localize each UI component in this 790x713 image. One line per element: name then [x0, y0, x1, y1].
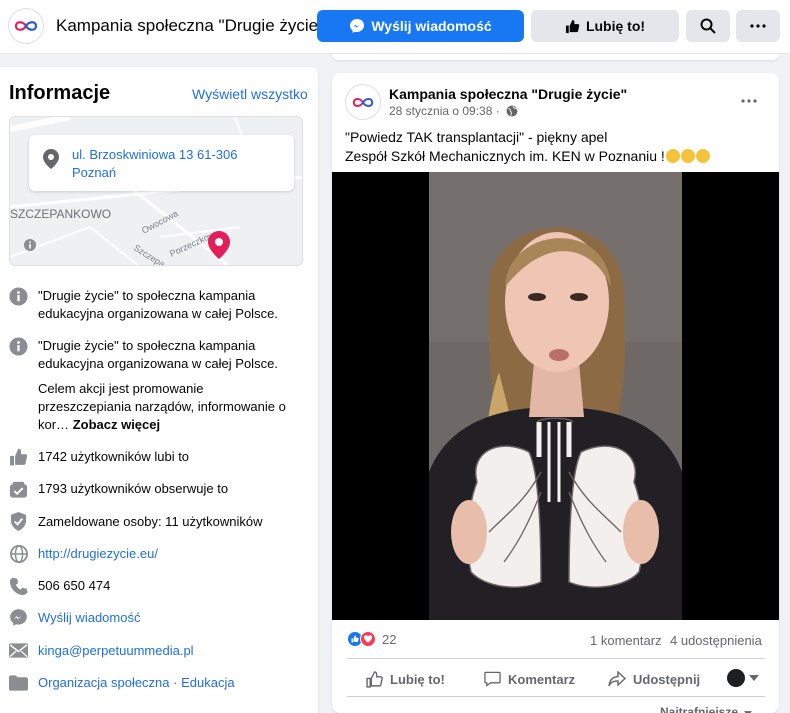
- location-map[interactable]: ul. Brzoskwiniowa 13 61-306 Poznań SZCZE…: [9, 116, 303, 266]
- feed-post: Kampania społeczna "Drugie życie" 28 sty…: [332, 73, 779, 713]
- post-comment-button[interactable]: Komentarz: [484, 663, 575, 695]
- post-date-text[interactable]: 28 stycznia o 09:38 ·: [389, 104, 500, 118]
- category-icon: [9, 673, 28, 692]
- comments-count-link[interactable]: 1 komentarz: [590, 633, 662, 648]
- search-icon: [700, 18, 716, 34]
- post-text-line: "Powiedz TAK transplantacji" - piękny ap…: [345, 129, 608, 145]
- audience-selector[interactable]: [727, 669, 759, 687]
- email-icon: [9, 641, 28, 660]
- info-icon: [9, 337, 28, 356]
- category-link[interactable]: Organizacja społeczna: [38, 675, 170, 690]
- category-link[interactable]: Edukacja: [181, 675, 234, 690]
- followers-count: 1793 użytkowników obserwuje to: [38, 481, 229, 496]
- infinity-logo-icon: [14, 21, 38, 31]
- post-options-button[interactable]: [737, 89, 761, 113]
- previous-post-edge: [332, 54, 779, 60]
- more-button[interactable]: [736, 10, 780, 42]
- send-message-link[interactable]: Wyślij wiadomość: [38, 609, 140, 627]
- globe-icon: [9, 544, 28, 563]
- post-author-avatar[interactable]: [345, 84, 381, 120]
- see-all-link[interactable]: Wyświetl wszystko: [192, 86, 308, 102]
- thumbs-up-icon: [565, 19, 580, 34]
- post-like-button[interactable]: Lubię to!: [366, 663, 445, 695]
- category-separator: ·: [169, 675, 182, 690]
- profile-avatar: [727, 669, 745, 687]
- map-district-label: SZCZEPANKOWO: [10, 207, 112, 221]
- checkin-icon: [9, 512, 28, 531]
- phone-icon: [9, 576, 28, 595]
- email-link[interactable]: kinga@perpetuummedia.pl: [38, 642, 194, 660]
- address-city[interactable]: Poznań: [72, 165, 116, 180]
- like-page-label: Lubię to!: [585, 18, 646, 34]
- page-header: Kampania społeczna "Drugie życie" Wyślij…: [0, 0, 790, 54]
- about-more-text: Celem akcji jest promowanie przeszczepia…: [38, 380, 293, 434]
- thumbs-up-icon: [9, 447, 28, 466]
- shares-count-link[interactable]: 4 udostępnienia: [670, 633, 762, 648]
- love-reaction-icon: [360, 631, 376, 647]
- chevron-down-icon: [749, 675, 759, 681]
- page-title[interactable]: Kampania społeczna "Drugie życie": [56, 16, 324, 36]
- post-timestamp: 28 stycznia o 09:38 ·: [389, 104, 518, 118]
- follow-icon: [9, 480, 28, 499]
- see-more-link[interactable]: Zobacz więcej: [73, 417, 160, 432]
- clapping-emoji-icon: [680, 149, 695, 163]
- post-share-button[interactable]: Udostępnij: [608, 663, 700, 695]
- more-icon: [750, 24, 766, 28]
- divider: [347, 658, 765, 659]
- comment-icon: [484, 671, 501, 687]
- share-icon: [608, 671, 626, 687]
- post-text-line: Zespół Szkół Mechanicznych im. KEN w Poz…: [345, 148, 710, 164]
- send-message-button[interactable]: Wyślij wiadomość: [317, 10, 524, 42]
- like-page-button[interactable]: Lubię to!: [531, 10, 679, 42]
- thumbs-up-icon: [366, 670, 383, 688]
- infinity-logo-icon: [352, 97, 374, 107]
- messenger-icon: [349, 18, 365, 34]
- post-text-body: Zespół Szkół Mechanicznych im. KEN w Poz…: [345, 148, 665, 164]
- checkins-count: Zameldowane osoby: 11 użytkowników: [38, 514, 263, 529]
- send-message-label: Wyślij wiadomość: [371, 18, 492, 34]
- post-share-label: Udostępnij: [633, 671, 701, 687]
- likes-count: 1742 użytkowników lubi to: [38, 449, 190, 464]
- info-heading: Informacje: [9, 82, 111, 104]
- post-author-name[interactable]: Kampania społeczna "Drugie życie": [389, 86, 627, 102]
- post-comment-label: Komentarz: [508, 671, 576, 687]
- divider: [347, 696, 765, 697]
- website-link[interactable]: http://drugiezycie.eu/: [38, 545, 158, 563]
- page-logo[interactable]: [8, 8, 44, 44]
- post-video[interactable]: [332, 172, 779, 620]
- video-still-image: [429, 172, 682, 620]
- clapping-emoji-icon: [665, 149, 680, 163]
- more-icon: [741, 99, 757, 103]
- messenger-icon: [9, 608, 28, 627]
- reactions-count: 22: [382, 631, 397, 647]
- about-short-text: "Drugie życie" to społeczna kampania edu…: [38, 288, 278, 321]
- category-links: Organizacja społeczna · Edukacja: [38, 674, 235, 692]
- public-audience-icon: [506, 105, 518, 117]
- comment-sort-label: Najtrafniejsze: [660, 705, 739, 713]
- phone-number[interactable]: 506 650 474: [38, 577, 110, 595]
- comment-sort-selector[interactable]: Najtrafniejsze: [660, 705, 753, 713]
- info-icon: [9, 287, 28, 306]
- video-frame: [429, 172, 682, 620]
- search-button[interactable]: [686, 10, 730, 42]
- address-street[interactable]: ul. Brzoskwiniowa 13 61-306: [72, 147, 237, 162]
- address-box: ul. Brzoskwiniowa 13 61-306 Poznań: [29, 135, 294, 191]
- reactions-summary[interactable]: 22: [347, 631, 396, 647]
- clapping-emoji-icon: [695, 149, 710, 163]
- about-long-text: "Drugie życie" to społeczna kampania edu…: [38, 338, 278, 371]
- post-like-label: Lubię to!: [390, 671, 445, 687]
